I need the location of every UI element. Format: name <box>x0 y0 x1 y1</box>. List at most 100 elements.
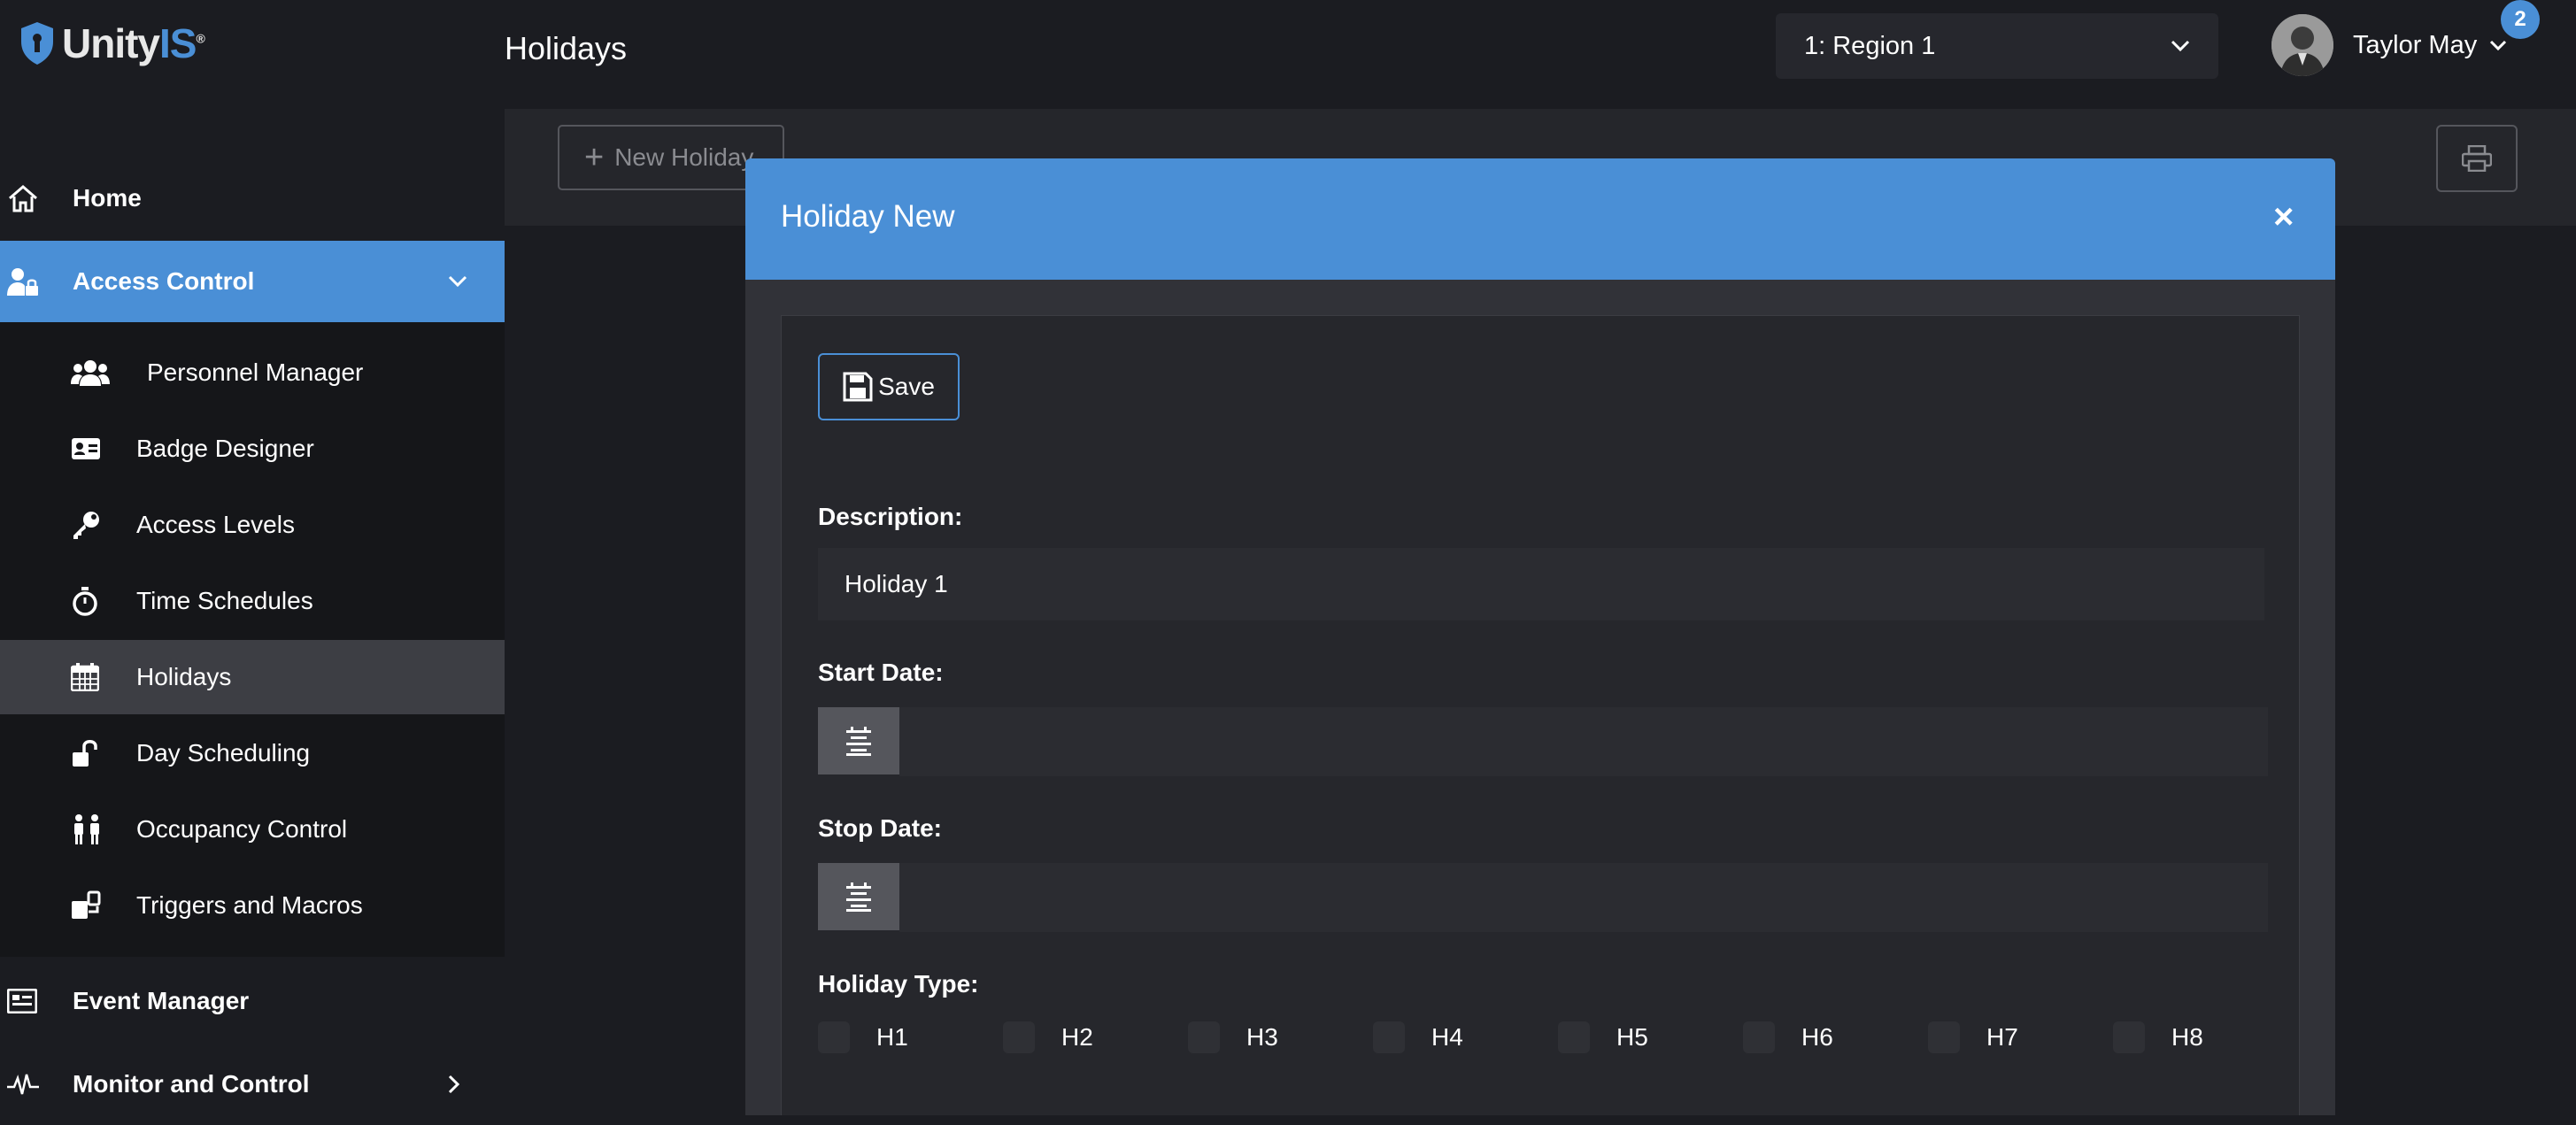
logo-text-unity: Unity <box>62 20 160 66</box>
sidebar: Home Access Control Personnel Manager Ba… <box>0 100 505 1115</box>
checkbox-label: H7 <box>1986 1023 2018 1051</box>
chevron-down-icon <box>2489 40 2507 51</box>
checkbox-box[interactable] <box>1373 1021 1405 1053</box>
calendar-icon <box>845 882 873 912</box>
unlock-icon <box>71 738 99 768</box>
sidebar-item-label: Occupancy Control <box>136 815 348 843</box>
holiday-new-modal: Holiday New × <box>745 158 2335 1115</box>
holiday-type-h6-checkbox[interactable]: H6 <box>1743 1021 1833 1053</box>
chevron-down-icon <box>448 275 467 288</box>
avatar <box>2271 14 2333 76</box>
start-date-picker-button[interactable] <box>818 707 899 774</box>
holiday-type-h7-checkbox[interactable]: H7 <box>1928 1021 2018 1053</box>
holiday-type-h4-checkbox[interactable]: H4 <box>1373 1021 1463 1053</box>
holiday-type-h5-checkbox[interactable]: H5 <box>1558 1021 1648 1053</box>
persons-icon <box>71 814 103 844</box>
calendar-icon <box>845 726 873 756</box>
floppy-disk-icon <box>843 372 878 402</box>
stop-date-field <box>818 863 2268 932</box>
sidebar-item-personnel-manager[interactable]: Personnel Manager <box>0 335 505 410</box>
stopwatch-icon <box>71 586 99 616</box>
sidebar-item-label: Personnel Manager <box>147 358 364 386</box>
checkbox-label: H5 <box>1616 1023 1648 1051</box>
sidebar-item-monitor-and-control[interactable]: Monitor and Control <box>0 1044 505 1125</box>
user-name: Taylor May <box>2353 30 2478 59</box>
description-label: Description: <box>818 503 963 530</box>
app-logo[interactable]: UnityIS® <box>18 19 205 67</box>
logo-trademark: ® <box>196 31 204 46</box>
sidebar-item-access-levels[interactable]: Access Levels <box>0 488 505 562</box>
holiday-type-h3-checkbox[interactable]: H3 <box>1188 1021 1278 1053</box>
sidebar-item-label: Access Control <box>73 267 255 295</box>
new-holiday-label: New Holiday <box>614 143 754 171</box>
notification-badge[interactable]: 2 <box>2501 0 2540 39</box>
modal-header: Holiday New × <box>745 158 2335 280</box>
event-list-icon <box>7 989 37 1013</box>
start-date-label: Start Date: <box>818 659 944 686</box>
checkbox-label: H6 <box>1801 1023 1833 1051</box>
sidebar-item-time-schedules[interactable]: Time Schedules <box>0 564 505 638</box>
modal-title: Holiday New <box>781 199 955 234</box>
user-menu[interactable]: Taylor May <box>2271 14 2507 76</box>
page-title: Holidays <box>505 30 628 66</box>
checkbox-label: H4 <box>1431 1023 1463 1051</box>
stop-date-label: Stop Date: <box>818 814 942 842</box>
checkbox-box[interactable] <box>1928 1021 1960 1053</box>
checkbox-box[interactable] <box>818 1021 850 1053</box>
print-button[interactable] <box>2436 125 2518 192</box>
checkbox-box[interactable] <box>1188 1021 1220 1053</box>
sidebar-item-label: Access Levels <box>136 511 295 538</box>
calendar-icon <box>71 663 99 691</box>
holiday-type-h1-checkbox[interactable]: H1 <box>818 1021 908 1053</box>
description-input[interactable] <box>818 548 2264 620</box>
sidebar-item-label: Time Schedules <box>136 587 313 614</box>
holiday-type-label: Holiday Type: <box>818 970 979 998</box>
sidebar-item-label: Home <box>73 184 142 212</box>
checkbox-box[interactable] <box>1003 1021 1035 1053</box>
checkbox-label: H3 <box>1246 1023 1278 1051</box>
sidebar-item-triggers-and-macros[interactable]: Triggers and Macros <box>0 868 505 943</box>
sidebar-item-label: Triggers and Macros <box>136 891 363 919</box>
key-icon <box>71 510 101 540</box>
people-icon <box>71 359 110 386</box>
printer-icon <box>2462 145 2492 172</box>
region-select[interactable]: 1: Region 1 <box>1776 13 2218 79</box>
sidebar-item-holidays[interactable]: Holidays <box>0 640 505 714</box>
holiday-type-h2-checkbox[interactable]: H2 <box>1003 1021 1093 1053</box>
checkbox-label: H1 <box>876 1023 908 1051</box>
holiday-type-h8-checkbox[interactable]: H8 <box>2113 1021 2203 1053</box>
logo-text: UnityIS® <box>62 19 205 67</box>
shield-logo-icon <box>18 20 57 66</box>
save-button[interactable]: Save <box>818 353 960 420</box>
pulse-icon <box>7 1071 39 1098</box>
sidebar-item-occupancy-control[interactable]: Occupancy Control <box>0 792 505 867</box>
logo-text-is: IS <box>159 20 197 66</box>
sidebar-item-event-manager[interactable]: Event Manager <box>0 960 505 1042</box>
checkbox-box[interactable] <box>1743 1021 1775 1053</box>
chevron-down-icon <box>2171 40 2190 52</box>
checkbox-box[interactable] <box>2113 1021 2145 1053</box>
sidebar-item-access-control[interactable]: Access Control <box>0 241 505 322</box>
save-label: Save <box>878 373 935 400</box>
id-card-icon <box>71 437 101 460</box>
checkbox-label: H2 <box>1061 1023 1093 1051</box>
sidebar-item-label: Day Scheduling <box>136 739 311 767</box>
sidebar-item-home[interactable]: Home <box>0 158 505 239</box>
sidebar-item-label: Monitor and Control <box>73 1070 310 1098</box>
triggers-icon <box>71 890 103 921</box>
top-bar: UnityIS® Holidays 1: Region 1 Taylor May… <box>0 0 2576 100</box>
sidebar-item-label: Event Manager <box>73 987 250 1014</box>
start-date-field <box>818 707 2268 776</box>
stop-date-picker-button[interactable] <box>818 863 899 930</box>
plus-icon: + <box>584 138 605 176</box>
stop-date-input[interactable] <box>899 863 2268 932</box>
start-date-input[interactable] <box>899 707 2268 776</box>
sidebar-item-label: Badge Designer <box>136 435 314 462</box>
sidebar-item-day-scheduling[interactable]: Day Scheduling <box>0 716 505 790</box>
chevron-right-icon <box>448 1075 460 1094</box>
checkbox-box[interactable] <box>1558 1021 1590 1053</box>
home-icon <box>7 183 39 213</box>
sidebar-item-badge-designer[interactable]: Badge Designer <box>0 412 505 486</box>
close-icon[interactable]: × <box>2273 197 2294 237</box>
sidebar-item-label: Holidays <box>136 663 232 690</box>
